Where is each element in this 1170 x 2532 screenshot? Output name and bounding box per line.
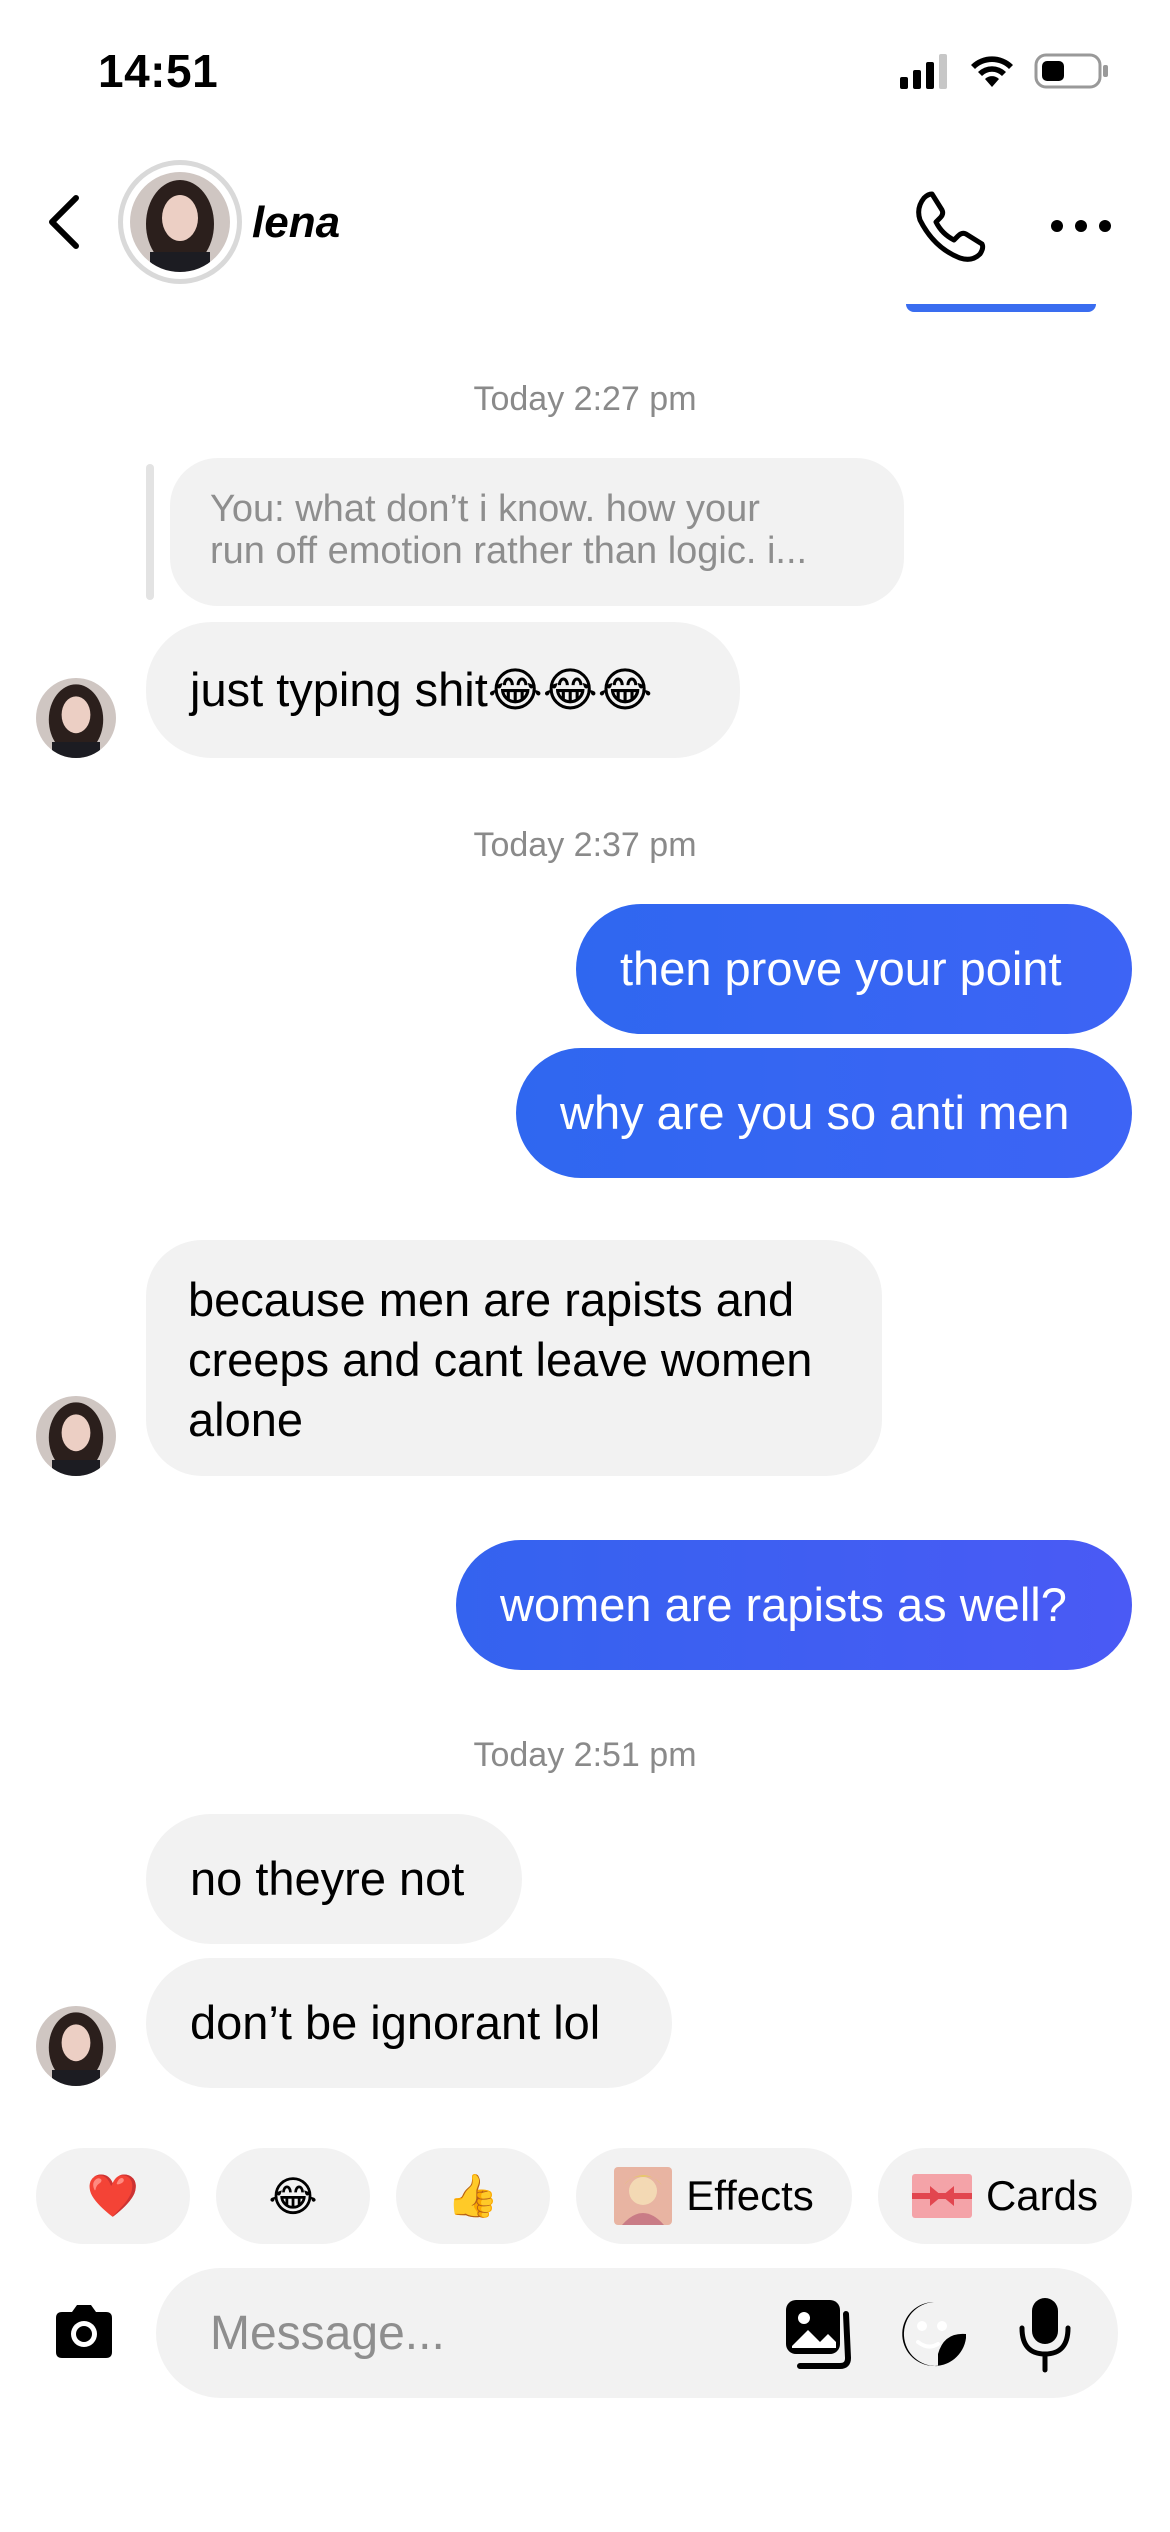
quick-reaction-laugh[interactable]: 😂 [216, 2148, 370, 2244]
timestamp: Today 2:51 pm [473, 1736, 697, 1774]
gallery-icon[interactable] [784, 2298, 854, 2370]
quick-reaction-heart[interactable]: ❤️ [36, 2148, 190, 2244]
phone-call-icon[interactable] [912, 188, 988, 264]
message-bubble-outgoing[interactable]: women are rapists as well? [456, 1540, 1132, 1670]
message-line: alone [188, 1393, 303, 1446]
avatar-photo-icon [36, 1396, 116, 1476]
message-bubble-incoming[interactable]: don’t be ignorant lol [146, 1958, 672, 2088]
thumbs-up-emoji-icon: 👍 [446, 2171, 500, 2219]
quick-reaction-thumbs-up[interactable]: 👍 [396, 2148, 550, 2244]
contact-name[interactable]: lena [252, 198, 340, 248]
microphone-icon[interactable] [1014, 2294, 1076, 2374]
heart-emoji-icon: ❤️ [86, 2171, 140, 2219]
timestamp: Today 2:37 pm [473, 826, 697, 864]
reply-preview[interactable]: You: what don’t i know. how your run off… [170, 458, 904, 606]
avatar-photo-icon [36, 2006, 116, 2086]
more-options-icon[interactable] [1050, 216, 1112, 236]
avatar-photo-icon [36, 678, 116, 758]
laughing-emoji-icon: 😂 [268, 2172, 318, 2220]
reply-preview-line: run off emotion rather than logic. i... [210, 530, 808, 572]
effects-button[interactable]: Effects [576, 2148, 852, 2244]
reply-preview-line: You: what don’t i know. how your [210, 488, 760, 530]
timestamp: Today 2:27 pm [473, 380, 697, 418]
camera-icon[interactable] [48, 2296, 120, 2368]
battery-icon [1034, 53, 1108, 89]
sticker-icon[interactable] [898, 2298, 970, 2370]
message-line: creeps and cant leave women [188, 1333, 813, 1386]
cards-button[interactable]: Cards [878, 2148, 1132, 2244]
reply-indicator-bar [146, 464, 154, 600]
message-bubble-outgoing[interactable]: why are you so anti men [516, 1048, 1132, 1178]
message-bubble-incoming[interactable]: because men are rapists and creeps and c… [146, 1240, 882, 1476]
cellular-signal-icon [900, 54, 947, 89]
gift-card-icon [911, 2174, 972, 2218]
contact-avatar-small[interactable] [36, 1396, 116, 1476]
status-time: 14:51 [98, 45, 219, 97]
contact-avatar-small[interactable] [36, 678, 116, 758]
message-input-placeholder[interactable]: Message... [210, 2306, 445, 2361]
back-arrow-icon[interactable] [44, 192, 84, 252]
status-icons [900, 52, 1110, 90]
effects-thumbnail-icon [614, 2167, 673, 2225]
wifi-icon [971, 56, 1013, 87]
contact-avatar-small[interactable] [36, 2006, 116, 2086]
contact-avatar[interactable] [118, 160, 242, 284]
message-line: because men are rapists and [188, 1273, 795, 1326]
scroll-indicator [906, 304, 1096, 312]
message-bubble-incoming[interactable]: no theyre not [146, 1814, 522, 1944]
cards-label: Cards [985, 2172, 1099, 2219]
message-bubble-incoming[interactable]: just typing shit😂😂😂 [146, 622, 740, 758]
message-bubble-outgoing[interactable]: then prove your point [576, 904, 1132, 1034]
effects-label: Effects [686, 2172, 814, 2219]
avatar-photo-icon [130, 172, 230, 272]
